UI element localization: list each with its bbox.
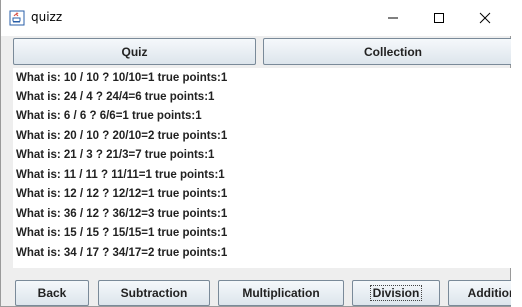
list-item: What is: 20 / 10 ? 20/10=2 true points:1: [16, 130, 228, 142]
minimize-button[interactable]: [370, 0, 416, 36]
division-button-label: Division: [369, 285, 423, 301]
close-button[interactable]: [462, 0, 508, 36]
list-item: What is: 12 / 12 ? 12/12=1 true points:1: [16, 188, 228, 200]
tab-collection[interactable]: Collection: [263, 38, 522, 65]
minimize-icon: [388, 17, 398, 19]
results-list: What is: 10 / 10 ? 10/10=1 true points:1…: [13, 68, 522, 268]
maximize-icon: [434, 13, 444, 23]
window-title: quizz: [31, 10, 63, 24]
close-icon: [479, 12, 491, 24]
maximize-button[interactable]: [416, 0, 462, 36]
tab-quiz[interactable]: Quiz: [13, 38, 256, 65]
list-item: What is: 21 / 3 ? 21/3=7 true points:1: [16, 149, 215, 161]
list-item: What is: 34 / 17 ? 34/17=2 true points:1: [16, 247, 228, 259]
list-item: What is: 10 / 10 ? 10/10=1 true points:1: [16, 72, 228, 84]
multiplication-button[interactable]: Multiplication: [218, 280, 344, 306]
java-cup-icon: [9, 10, 25, 26]
list-item: What is: 24 / 4 ? 24/4=6 true points:1: [16, 91, 215, 103]
app-window: quizz Quiz Collection What is: 10 / 10 ?…: [0, 0, 522, 307]
tab-row: Quiz Collection: [13, 38, 522, 66]
division-button[interactable]: Division: [352, 280, 440, 306]
desktop-background: [511, 0, 522, 307]
list-item: What is: 6 / 6 ? 6/6=1 true points:1: [16, 110, 202, 122]
list-item: What is: 11 / 11 ? 11/11=1 true points:1: [16, 169, 225, 181]
back-button[interactable]: Back: [15, 280, 89, 306]
list-item: What is: 15 / 15 ? 15/15=1 true points:1: [16, 227, 228, 239]
operation-buttons: Back Subtraction Multiplication Division…: [13, 280, 522, 307]
subtraction-button[interactable]: Subtraction: [98, 280, 210, 306]
title-bar: quizz: [1, 0, 512, 36]
list-item: What is: 36 / 12 ? 36/12=3 true points:1: [16, 208, 228, 220]
